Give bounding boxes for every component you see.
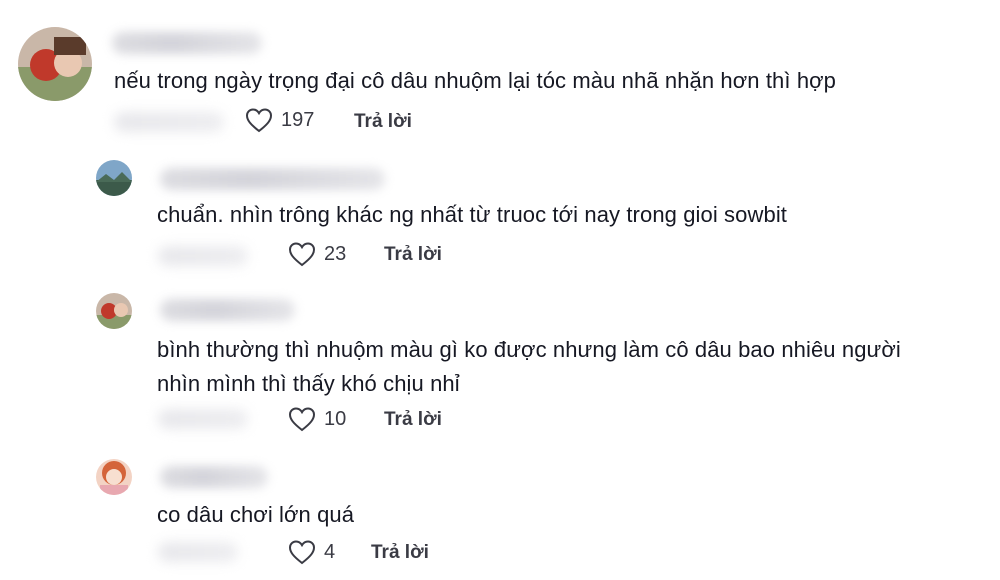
heart-outline-icon: [288, 242, 316, 267]
comment-text: nếu trong ngày trọng đại cô dâu nhuộm lạ…: [114, 68, 837, 93]
avatar[interactable]: [18, 27, 92, 101]
like-button[interactable]: 197: [245, 107, 314, 133]
comment-item: bình thường thì nhuộm màu gì ko được như…: [0, 285, 1000, 450]
heart-outline-icon: [288, 540, 316, 565]
username-blurred: [160, 466, 268, 488]
reply-button[interactable]: Trả lời: [354, 111, 412, 133]
username-blurred: [112, 32, 262, 54]
heart-outline-icon: [288, 407, 316, 432]
like-count: 10: [324, 407, 347, 430]
like-button[interactable]: 10: [288, 406, 346, 432]
avatar[interactable]: [96, 459, 132, 495]
comment-item: nếu trong ngày trọng đại cô dâu nhuộm lạ…: [0, 0, 1000, 150]
comment-item: chuẩn. nhìn trông khác ng nhất từ truoc …: [0, 150, 1000, 285]
avatar[interactable]: [96, 160, 132, 196]
reply-button[interactable]: Trả lời: [384, 409, 442, 431]
like-button[interactable]: 4: [288, 539, 335, 565]
comment-text-line: nhìn mình thì thấy khó chịu nhỉ: [157, 371, 460, 396]
user-avatar-icon: [96, 293, 132, 329]
timestamp-blurred: [158, 542, 238, 562]
timestamp-blurred: [158, 246, 248, 266]
like-count: 23: [324, 242, 347, 265]
avatar[interactable]: [96, 293, 132, 329]
like-button[interactable]: 23: [288, 241, 346, 267]
heart-outline-icon: [245, 108, 273, 133]
like-count: 197: [281, 108, 315, 131]
reply-button[interactable]: Trả lời: [371, 542, 429, 564]
reply-button[interactable]: Trả lời: [384, 244, 442, 266]
username-blurred: [160, 168, 385, 190]
user-avatar-icon: [18, 27, 92, 101]
comment-text: chuẩn. nhìn trông khác ng nhất từ truoc …: [157, 202, 788, 227]
timestamp-blurred: [158, 409, 248, 429]
comment-text-line: bình thường thì nhuộm màu gì ko được như…: [157, 337, 901, 362]
comment-item: co dâu chơi lớn quá 4 Trả lời: [0, 450, 1000, 580]
like-count: 4: [324, 540, 336, 563]
comment-text: co dâu chơi lớn quá: [157, 502, 355, 527]
user-avatar-icon: [96, 459, 132, 495]
timestamp-blurred: [114, 112, 224, 132]
username-blurred: [160, 299, 295, 321]
user-avatar-icon: [96, 160, 132, 196]
